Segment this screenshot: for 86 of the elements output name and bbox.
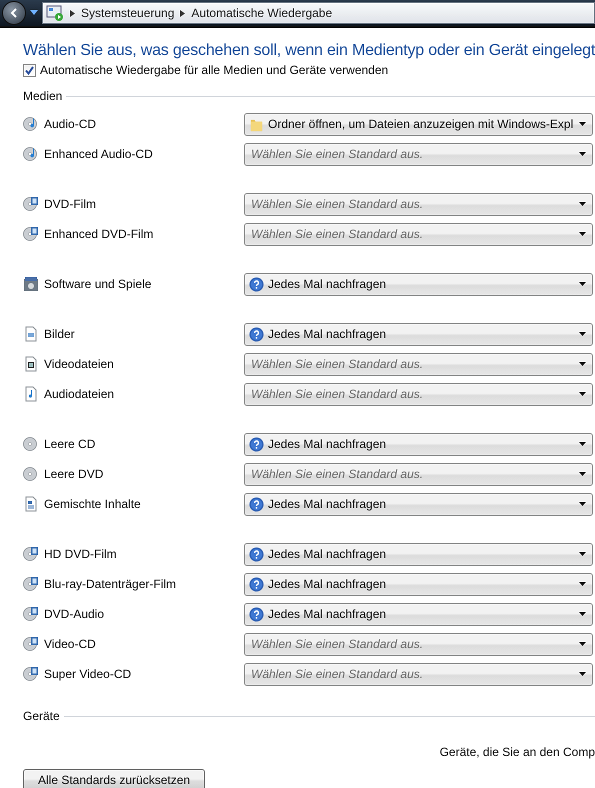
media-type-label: DVD-Audio [44, 607, 104, 621]
media-type-label: Leere CD [44, 437, 96, 451]
action-dropdown[interactable]: Wählen Sie einen Standard aus. [244, 142, 593, 166]
section-title: Medien [23, 89, 62, 103]
address-bar[interactable]: Systemsteuerung Automatische Wiedergabe [42, 2, 595, 24]
dropdown-arrow-icon [579, 552, 586, 556]
help-icon [249, 496, 264, 512]
action-dropdown[interactable]: Wählen Sie einen Standard aus. [244, 352, 593, 376]
action-dropdown[interactable]: Jedes Mal nachfragen [244, 322, 593, 346]
help-icon [249, 606, 264, 622]
disc-icon [23, 466, 39, 482]
action-dropdown[interactable]: Wählen Sie einen Standard aus. [244, 462, 593, 486]
media-type-label: Super Video-CD [44, 667, 132, 681]
software-box-icon [23, 276, 39, 292]
music-disc-icon [23, 146, 39, 162]
media-type-label: Videodateien [44, 357, 114, 371]
action-dropdown[interactable]: Wählen Sie einen Standard aus. [244, 222, 593, 246]
film-disc-icon [23, 226, 39, 242]
media-type-label: Video-CD [44, 637, 96, 651]
dropdown-arrow-icon [579, 122, 586, 126]
media-type-label: Bilder [44, 327, 75, 341]
action-dropdown[interactable]: Wählen Sie einen Standard aus. [244, 382, 593, 406]
dropdown-arrow-icon [579, 502, 586, 506]
media-type-label: Enhanced Audio-CD [44, 147, 153, 161]
dropdown-arrow-icon [579, 582, 586, 586]
mixed-files-icon [23, 496, 39, 512]
action-dropdown[interactable]: Jedes Mal nachfragen [244, 602, 593, 626]
dropdown-arrow-icon [579, 392, 586, 396]
help-icon [249, 326, 264, 342]
checkbox-label: Automatische Wiedergabe für alle Medien und Geräte verwenden [40, 63, 388, 77]
control-panel-icon [46, 5, 64, 21]
dropdown-arrow-icon [579, 362, 586, 366]
dropdown-arrow-icon [579, 202, 586, 206]
action-dropdown[interactable]: Jedes Mal nachfragen [244, 492, 593, 516]
music-file-icon [23, 386, 39, 402]
media-type-label: HD DVD-Film [44, 547, 117, 561]
reset-defaults-button[interactable]: Alle Standards zurücksetzen [23, 769, 206, 788]
help-icon [249, 546, 264, 562]
dropdown-arrow-icon [579, 472, 586, 476]
breadcrumb-arrow-icon [70, 10, 75, 16]
dropdown-arrow-icon [579, 642, 586, 646]
action-dropdown[interactable]: Wählen Sie einen Standard aus. [244, 632, 593, 656]
section-title: Geräte [23, 709, 60, 723]
dropdown-arrow-icon [579, 332, 586, 336]
devices-note: Geräte, die Sie an den Comp [438, 745, 595, 759]
help-icon [249, 276, 264, 292]
dropdown-arrow-icon [579, 282, 586, 286]
breadcrumb[interactable]: Automatische Wiedergabe [191, 6, 332, 20]
action-dropdown[interactable]: Wählen Sie einen Standard aus. [244, 192, 593, 216]
media-type-label: Leere DVD [44, 467, 104, 481]
film-disc-icon [23, 546, 39, 562]
action-dropdown[interactable]: Jedes Mal nachfragen [244, 272, 593, 296]
history-dropdown-icon[interactable] [30, 10, 38, 16]
media-type-label: Gemischte Inhalte [44, 497, 141, 511]
help-icon [249, 576, 264, 592]
dropdown-arrow-icon [579, 672, 586, 676]
action-dropdown[interactable]: Jedes Mal nachfragen [244, 432, 593, 456]
help-icon [249, 436, 264, 452]
media-type-label: Enhanced DVD-Film [44, 227, 154, 241]
action-dropdown[interactable]: Jedes Mal nachfragen [244, 542, 593, 566]
dropdown-arrow-icon [579, 152, 586, 156]
media-type-label: Audiodateien [44, 387, 114, 401]
back-button[interactable] [2, 1, 26, 25]
checkbox[interactable] [23, 64, 36, 76]
dropdown-arrow-icon [579, 232, 586, 236]
action-dropdown[interactable]: Jedes Mal nachfragen [244, 572, 593, 596]
film-disc-icon [23, 606, 39, 622]
media-type-label: Audio-CD [44, 117, 96, 131]
music-disc-icon [23, 116, 39, 132]
media-type-label: Software und Spiele [44, 277, 152, 291]
media-type-label: DVD-Film [44, 197, 96, 211]
film-disc-icon [23, 576, 39, 592]
disc-icon [23, 436, 39, 452]
film-disc-icon [23, 666, 39, 682]
film-disc-icon [23, 636, 39, 652]
action-dropdown[interactable]: Wählen Sie einen Standard aus. [244, 662, 593, 686]
breadcrumb[interactable]: Systemsteuerung [81, 6, 174, 20]
dropdown-arrow-icon [579, 442, 586, 446]
video-file-icon [23, 356, 39, 372]
media-type-label: Blu-ray-Datenträger-Film [44, 577, 176, 591]
image-file-icon [23, 326, 39, 342]
film-disc-icon [23, 196, 39, 212]
breadcrumb-arrow-icon [180, 10, 186, 16]
dropdown-arrow-icon [579, 612, 586, 616]
page-heading: Wählen Sie aus, was geschehen soll, wenn ein Medientyp oder ein Gerät eingelegt [23, 42, 595, 60]
action-dropdown[interactable]: Ordner öffnen, um Dateien anzuzeigen mit Windows-Expl [244, 112, 593, 136]
